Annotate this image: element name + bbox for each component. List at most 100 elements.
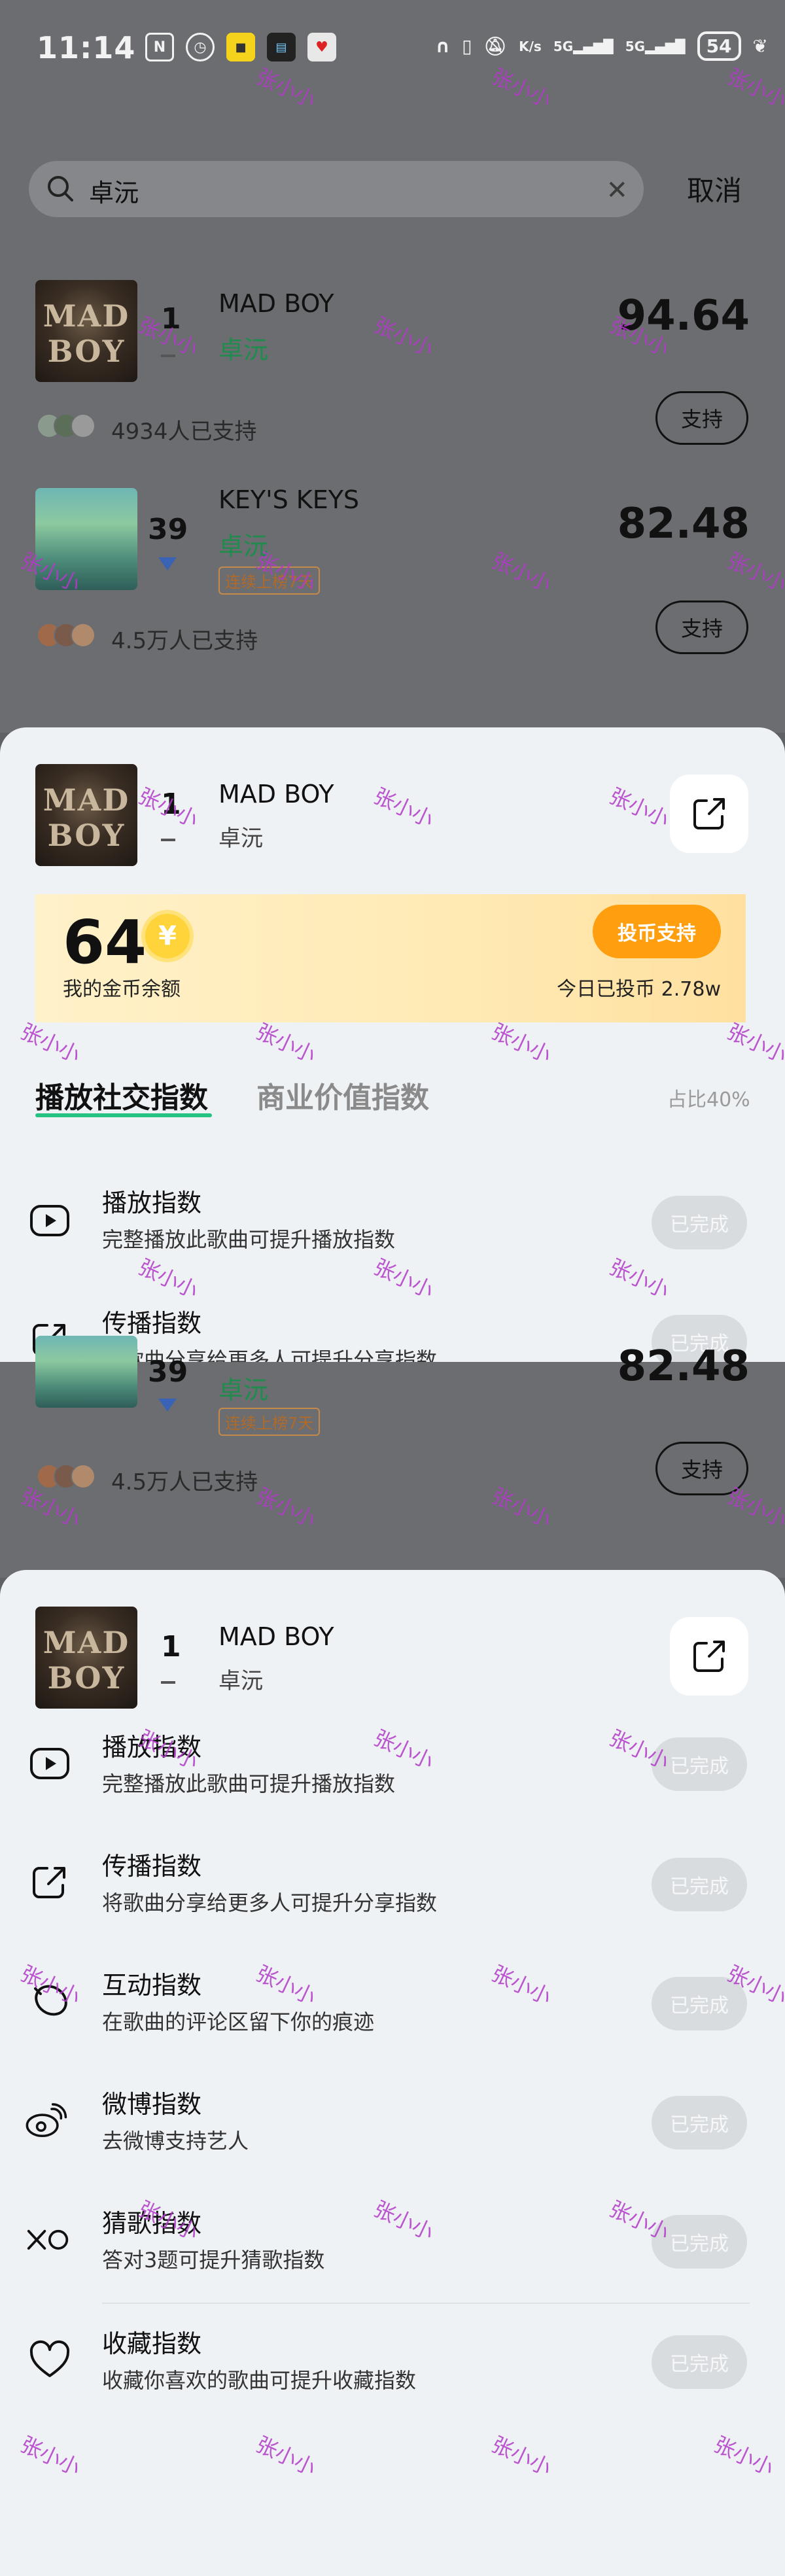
app-icon-3: ♥ (307, 33, 336, 61)
vibrate-icon: ▯ (462, 35, 472, 57)
task-title: 互动指数 (102, 1971, 202, 2000)
alarm-icon: ◷ (186, 33, 215, 61)
mute-icon: 🔕︎ (483, 35, 508, 57)
task-description: 将歌曲分享给更多人可提升分享指数 (102, 1890, 438, 1915)
cancel-button[interactable]: 取消 (687, 169, 742, 209)
nfc-icon: N (145, 33, 174, 61)
album-cover: MAD BOY (35, 1607, 137, 1709)
share-button[interactable] (670, 1617, 748, 1696)
completed-button[interactable]: 已完成 (652, 1196, 747, 1249)
supporter-count: 4.5万人已支持 (111, 1469, 258, 1495)
album-cover: MAD BOY (35, 280, 137, 382)
support-button[interactable]: 支持 (655, 391, 748, 445)
avatar (71, 413, 96, 438)
tab-commercial[interactable]: 商业价值指数 (256, 1074, 429, 1116)
album-cover: MAD BOY (35, 764, 137, 866)
task-title: 收藏指数 (102, 2329, 202, 2358)
share-icon (693, 798, 725, 829)
completed-button[interactable]: 已完成 (652, 2335, 747, 2389)
guess-icon (26, 2218, 71, 2262)
completed-button[interactable]: 已完成 (652, 1858, 747, 1911)
battery-indicator: 54 (697, 31, 741, 61)
score: 82.48 (617, 1342, 750, 1391)
task-sheet: MAD BOY 1 MAD BOY 卓沅 播放指数 完整播放此歌曲可提升播放指数… (0, 1570, 785, 2576)
song-title: MAD BOY (218, 1622, 334, 1651)
clear-icon[interactable]: ✕ (606, 175, 628, 205)
rank-unchanged-icon (161, 355, 175, 357)
weibo-icon (24, 2098, 68, 2143)
divider (102, 2303, 750, 2304)
task-title: 猜歌指数 (102, 2209, 202, 2238)
avatar (71, 1464, 96, 1489)
rank-down-icon (158, 1399, 177, 1412)
artist-name: 卓沅 (218, 532, 269, 561)
task-description: 去微博支持艺人 (102, 2129, 249, 2153)
share-button[interactable] (670, 775, 748, 853)
rank-unchanged-icon (161, 839, 175, 841)
album-cover (35, 488, 137, 590)
streak-badge: 连续上榜7天 (218, 566, 321, 595)
share-icon (693, 1641, 725, 1672)
app-icon-1: ■ (226, 33, 255, 61)
completed-button[interactable]: 已完成 (652, 2215, 747, 2269)
vote-coin-button[interactable]: 投币支持 (593, 905, 721, 958)
completed-button[interactable]: 已完成 (652, 1977, 747, 2030)
coin-balance-card: 64 ¥ 我的金币余额 投币支持 今日已投币 2.78w (35, 894, 746, 1022)
supporter-count: 4934人已支持 (111, 419, 257, 445)
task-description: 完整播放此歌曲可提升播放指数 (102, 1227, 396, 1252)
tab-play-social[interactable]: 播放社交指数 (35, 1074, 208, 1116)
song-title: MAD BOY (218, 289, 334, 318)
support-button[interactable]: 支持 (655, 1442, 748, 1495)
task-title: 传播指数 (102, 1309, 202, 1338)
task-description: 答对3题可提升猜歌指数 (102, 2248, 325, 2272)
support-sheet: MAD BOY 1 MAD BOY 卓沅 64 ¥ 我的金币余额 投币支持 今日… (0, 727, 785, 1362)
album-cover (35, 1336, 137, 1408)
heart-icon (27, 2338, 72, 2382)
notification-icons: N ◷ ■ ▤ ♥ (145, 33, 336, 61)
share-icon (27, 1860, 72, 1905)
task-description: 收藏你喜欢的歌曲可提升收藏指数 (102, 2368, 417, 2393)
supporter-avatars (37, 623, 96, 648)
song-title: MAD BOY (218, 780, 334, 809)
rank-number: 39 (148, 1355, 188, 1389)
play-icon (27, 1741, 72, 1786)
rank-number: 1 (161, 302, 181, 336)
search-input[interactable]: 卓沅 (89, 173, 139, 209)
clock: 11:14 (37, 30, 136, 65)
supporter-avatars (37, 1464, 96, 1489)
signal-5g-1: 5G▂▄▆█ (553, 38, 614, 54)
search-bar[interactable]: 卓沅 ✕ (29, 161, 644, 217)
support-button[interactable]: 支持 (655, 600, 748, 654)
list-item[interactable]: 39 KEY'S KEYS 卓沅 连续上榜7天 82.48 4.5万人已支持 支… (0, 484, 785, 667)
task-title: 传播指数 (102, 1852, 202, 1881)
list-item[interactable]: MAD BOY 1 MAD BOY 卓沅 94.64 4934人已支持 支持 (0, 275, 785, 458)
completed-button[interactable]: 已完成 (652, 1737, 747, 1791)
rank-down-icon (158, 557, 177, 570)
task-description: 在歌曲的评论区留下你的痕迹 (102, 2010, 375, 2034)
artist-name: 卓沅 (218, 336, 269, 364)
completed-button[interactable]: 已完成 (652, 2096, 747, 2150)
headphones-icon: ∩ (435, 35, 451, 57)
score: 94.64 (617, 292, 750, 340)
ratio-label: 占比40% (667, 1088, 750, 1111)
tab-underline (35, 1113, 212, 1117)
leaf-icon: ❦ (752, 35, 768, 57)
rank-number: 1 (161, 1630, 181, 1663)
streak-badge: 连续上榜7天 (218, 1408, 321, 1436)
task-description: 完整播放此歌曲可提升播放指数 (102, 1771, 396, 1796)
coin-balance: 64 (63, 907, 147, 977)
coin-icon: ¥ (145, 914, 190, 958)
task-title: 播放指数 (102, 1189, 202, 1217)
avatar (71, 623, 96, 648)
today-voted: 今日已投币 2.78w (557, 978, 721, 1001)
rank-number: 39 (148, 513, 188, 546)
rank-number: 1 (161, 788, 181, 821)
network-speed: K/s (519, 38, 542, 54)
app-icon-2: ▤ (267, 33, 296, 61)
status-bar: 11:14 N ◷ ■ ▤ ♥ ∩ ▯ 🔕︎ K/s 5G▂▄▆█ 5G▂▄▆█… (0, 0, 785, 105)
dimmed-backdrop-2[interactable]: 39 卓沅 连续上榜7天 82.48 4.5万人已支持 支持 (0, 1336, 785, 1578)
coin-balance-label: 我的金币余额 (63, 978, 181, 1001)
song-title: KEY'S KEYS (218, 485, 360, 514)
artist-name: 卓沅 (218, 1668, 263, 1694)
task-title: 播放指数 (102, 1733, 202, 1762)
